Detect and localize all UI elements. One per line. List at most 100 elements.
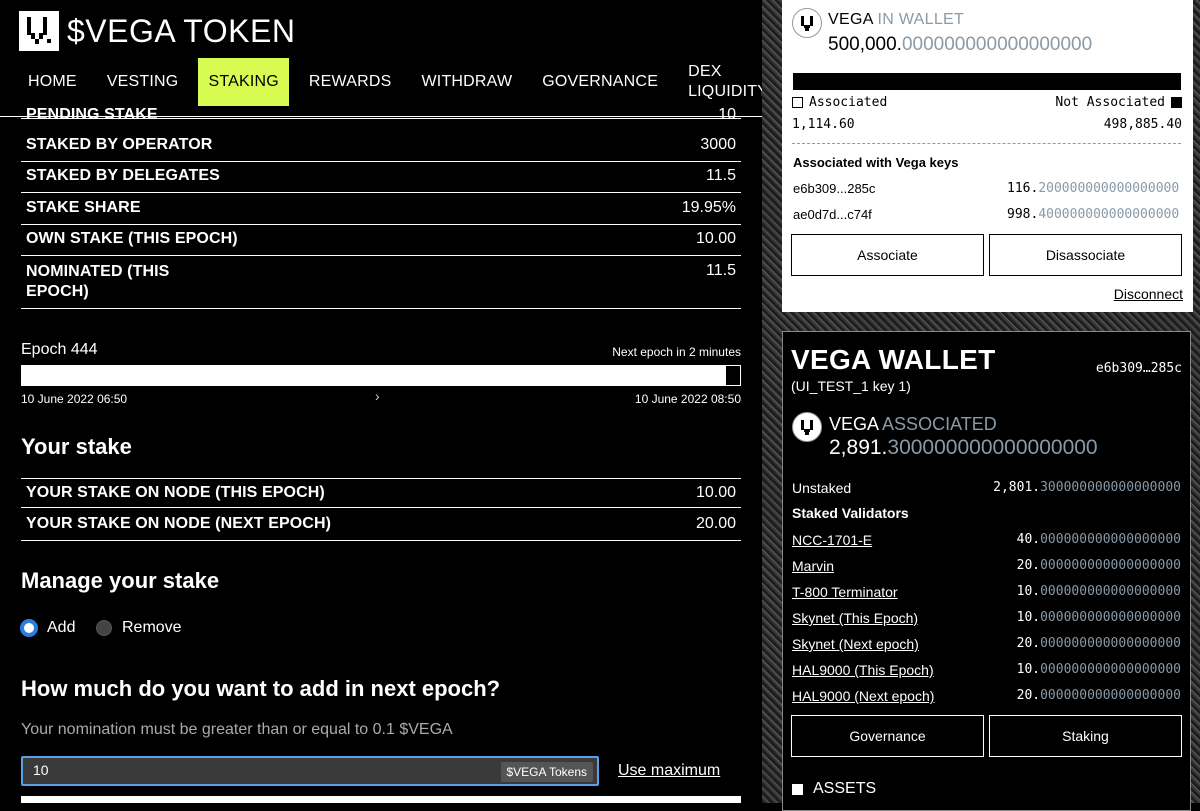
not-associated-swatch-icon [1171,97,1182,108]
vega-token-icon [792,8,822,38]
vega-wallet-pubkey[interactable]: e6b309…285c [1096,361,1182,376]
amount-input[interactable] [33,762,493,778]
nav-staking[interactable]: STAKING [198,58,289,106]
validator-link[interactable]: Marvin [792,558,834,574]
amount-int: 20. [1016,636,1041,651]
your-stake-row-this-epoch: YOUR STAKE ON NODE (THIS EPOCH) 10.00 [21,478,741,508]
validator-link[interactable]: Skynet (Next epoch) [792,636,919,652]
row-label: STAKE SHARE [26,199,141,216]
balance-dec: 000000000000000000 [901,34,1093,55]
row-label: NOMINATED (THIS EPOCH) [21,262,169,308]
row-value: 20.00 [695,515,736,532]
key-amount: 998.400000000000000000 [1007,207,1179,222]
amount-dec: 000000000000000000 [1040,558,1181,573]
amount-int: 116. [1007,181,1039,196]
associate-button[interactable]: Associate [791,234,984,276]
app-title: $VEGA TOKEN [67,12,296,49]
balance-int: 500,000. [828,34,902,55]
validator-link[interactable]: T-800 Terminator [792,584,898,600]
epoch-end-time: 10 June 2022 08:50 [634,392,741,406]
radio-add-indicator[interactable] [21,620,37,636]
nav-governance[interactable]: GOVERNANCE [532,58,668,106]
vega-logo-icon [19,11,59,51]
radio-remove-label: Remove [122,619,182,636]
amount-dec: 000000000000000000 [1040,532,1181,547]
amount-int: 10. [1016,662,1041,677]
validator-amount: 10.000000000000000000 [1017,610,1181,625]
use-maximum-link[interactable]: Use maximum [618,762,720,780]
validator-row-own-stake: OWN STAKE (THIS EPOCH) 10.00 [21,230,741,256]
key-amount: 116.200000000000000000 [1007,181,1179,196]
legend-associated: Associated [792,95,887,110]
amount-dec: 000000000000000000 [1040,636,1181,651]
amount-int: 20. [1016,558,1041,573]
vega-token-icon [792,412,822,442]
radio-remove[interactable]: Remove [96,619,182,637]
validator-link[interactable]: NCC-1701-E [792,532,872,548]
ethereum-wallet-card: VEGA IN WALLET 500,000.00000000000000000… [782,0,1193,312]
chevron-right-icon: › [375,388,380,404]
validator-amount: 40.000000000000000000 [1017,532,1181,547]
validator-row-staked-by-operator: STAKED BY OPERATOR 3000 [21,136,741,162]
your-stake-row-next-epoch: YOUR STAKE ON NODE (NEXT EPOCH) 20.00 [21,515,741,541]
vega-wallet-token-title: VEGA ASSOCIATED [829,414,997,435]
nav-dex-liquidity[interactable]: DEX LIQUIDITY [678,58,762,106]
amount-int: 10. [1016,584,1041,599]
nav-vesting[interactable]: VESTING [97,58,189,106]
association-bar-fill [792,73,793,90]
associated-keys-heading: Associated with Vega keys [793,155,959,170]
assets-section[interactable]: ASSETS [792,780,876,798]
nav-withdraw[interactable]: WITHDRAW [412,58,523,106]
vega-wallet-balance: 2,891.300000000000000000 [829,436,1098,460]
amount-dec: 000000000000000000 [1040,688,1181,703]
radio-remove-indicator[interactable] [96,620,112,636]
validator-link[interactable]: HAL9000 (This Epoch) [792,662,934,678]
amount-dec: 400000000000000000 [1038,207,1180,222]
validator-row-nominated: NOMINATED (THIS EPOCH) 11.5 [21,262,741,309]
radio-add[interactable]: Add [21,619,75,637]
amount-int: 998. [1007,207,1039,222]
vega-wallet-key-name: (UI_TEST_1 key 1) [791,378,911,394]
token-status: IN WALLET [877,11,965,28]
not-associated-value: 498,885.40 [1103,117,1182,132]
amount-dec: 200000000000000000 [1038,181,1180,196]
nominated-line2: EPOCH) [26,283,89,300]
nav-divider [0,116,762,117]
validator-link[interactable]: Skynet (This Epoch) [792,610,918,626]
balance-dec: 300000000000000000 [887,436,1098,459]
row-value: 19.95% [681,199,736,216]
disconnect-link[interactable]: Disconnect [1114,286,1183,302]
nav-rewards[interactable]: REWARDS [299,58,402,106]
amount-token-suffix: $VEGA Tokens [500,762,593,782]
row-label: YOUR STAKE ON NODE (NEXT EPOCH) [26,515,332,532]
vega-wallet-title: VEGA WALLET [791,344,996,375]
associated-value: 1,114.60 [792,117,855,132]
amount-int: 2,801. [993,480,1041,495]
row-label: YOUR STAKE ON NODE (THIS EPOCH) [26,484,325,501]
validator-amount: 20.000000000000000000 [1017,558,1181,573]
submit-button-edge[interactable] [21,796,741,803]
epoch-progress-fill [22,366,726,385]
amount-int: 10. [1016,610,1041,625]
amount-hint: Your nomination must be greater than or … [21,721,453,738]
validator-link[interactable]: HAL9000 (Next epoch) [792,688,934,704]
vega-wallet-card: VEGA WALLET e6b309…285c (UI_TEST_1 key 1… [782,331,1191,811]
legend-associated-label: Associated [809,95,888,110]
dashed-divider [792,143,1181,144]
brand[interactable]: $VEGA TOKEN [19,10,295,52]
row-label: STAKED BY OPERATOR [26,136,213,153]
row-value: 10.00 [695,230,736,247]
amount-int: 20. [1016,688,1041,703]
nav-dex-line2: LIQUIDITY [688,83,762,100]
token-status: ASSOCIATED [882,414,997,434]
row-label: OWN STAKE (THIS EPOCH) [26,230,238,247]
legend-not-associated: Not Associated [1055,95,1182,110]
amount-field[interactable]: $VEGA Tokens [21,756,599,786]
wallet-sidebar: VEGA IN WALLET 500,000.00000000000000000… [762,0,1200,811]
disassociate-button[interactable]: Disassociate [989,234,1182,276]
governance-button[interactable]: Governance [791,715,984,757]
staking-button[interactable]: Staking [989,715,1182,757]
row-value: 3000 [700,136,736,153]
radio-add-label: Add [47,619,76,636]
nav-home[interactable]: HOME [18,58,87,106]
